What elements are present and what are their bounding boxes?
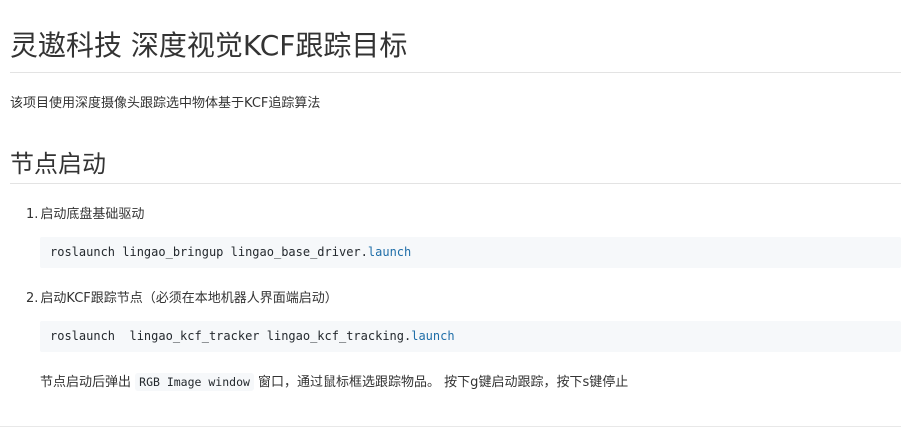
inline-code-window-name: RGB Image window — [135, 373, 254, 391]
section-heading: 节点启动 — [10, 150, 106, 178]
page-title: 灵遨科技 深度视觉KCF跟踪目标 — [10, 29, 408, 62]
code-text[interactable]: roslaunch lingao_kcf_tracker lingao_kcf_… — [50, 329, 455, 343]
code-block-step-1[interactable]: roslaunch lingao_bringup lingao_base_dri… — [40, 237, 901, 268]
title-divider — [10, 72, 901, 73]
code-block-step-2[interactable]: roslaunch lingao_kcf_tracker lingao_kcf_… — [40, 321, 901, 352]
section-divider — [10, 183, 901, 184]
step-number: 2. — [26, 291, 39, 306]
step-text: 启动底盘基础驱动 — [40, 207, 145, 222]
step-number: 1. — [26, 207, 39, 222]
code-keyword: launch — [411, 329, 455, 343]
code-command: roslaunch lingao_bringup lingao_base_dri… — [50, 245, 368, 259]
note-text-before: 节点启动后弹出 — [40, 375, 136, 390]
step-text: 启动KCF跟踪节点（必须在本地机器人界面端启动） — [40, 291, 338, 306]
intro-paragraph: 该项目使用深度摄像头跟踪选中物体基于KCF追踪算法 — [10, 96, 321, 111]
document-page: 灵遨科技 深度视觉KCF跟踪目标 该项目使用深度摄像头跟踪选中物体基于KCF追踪… — [0, 0, 901, 431]
code-text[interactable]: roslaunch lingao_bringup lingao_base_dri… — [50, 245, 411, 259]
usage-note: 节点启动后弹出 RGB Image window 窗口，通过鼠标框选跟踪物品。 … — [40, 371, 629, 391]
list-item-step-2: 2. 启动KCF跟踪节点（必须在本地机器人界面端启动） — [26, 287, 338, 306]
code-command: roslaunch lingao_kcf_tracker lingao_kcf_… — [50, 329, 412, 343]
list-item-step-1: 1. 启动底盘基础驱动 — [26, 203, 144, 222]
bottom-divider — [0, 426, 901, 427]
note-text-after: 窗口，通过鼠标框选跟踪物品。 按下g键启动跟踪，按下s键停止 — [253, 375, 629, 390]
code-keyword: launch — [367, 245, 412, 259]
